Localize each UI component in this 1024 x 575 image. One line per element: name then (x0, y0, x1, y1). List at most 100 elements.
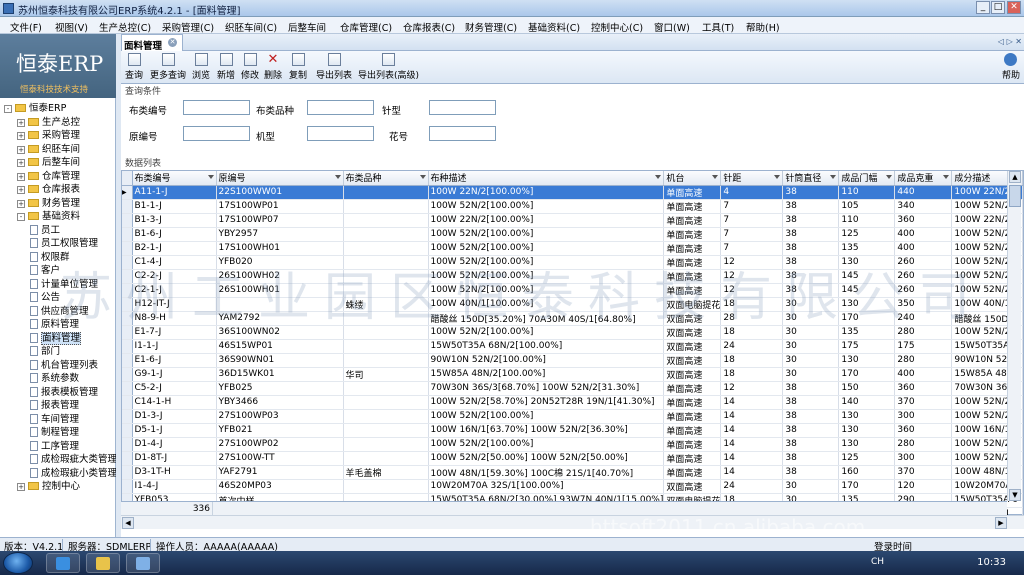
scroll-left-arrow-icon[interactable]: ◀ (122, 517, 134, 529)
menu-window[interactable]: 窗口(W) (654, 20, 690, 34)
table-cell[interactable]: 100W 22N/2[100.00%] (428, 185, 665, 200)
table-cell[interactable]: 双面高速 (663, 339, 722, 354)
table-cell[interactable]: 7 (720, 227, 784, 242)
table-cell[interactable]: 单面高速 (663, 409, 722, 424)
expand-icon[interactable]: + (17, 159, 25, 167)
table-cell[interactable]: 350 (894, 297, 953, 312)
original-code-input[interactable] (183, 126, 250, 141)
table-cell[interactable] (343, 353, 429, 368)
table-cell[interactable]: 105 (838, 199, 896, 214)
table-row[interactable]: C5-2-J YFB025 70W30N 36S/3[68.70%] 100W 52… (122, 381, 1023, 396)
vertical-scroll-thumb[interactable] (1009, 185, 1021, 207)
table-cell[interactable] (343, 451, 429, 466)
filter-dropdown-icon[interactable] (774, 175, 781, 179)
table-cell[interactable]: 24 (720, 479, 784, 494)
more-query-button[interactable]: 更多查询 (150, 53, 186, 81)
table-cell[interactable]: 14 (720, 437, 784, 452)
table-cell[interactable]: 7 (720, 213, 784, 228)
expand-icon[interactable]: + (17, 145, 25, 154)
table-cell[interactable]: 双面高速 (663, 311, 722, 326)
table-cell[interactable]: 单面高速 (663, 283, 722, 298)
row-header[interactable] (122, 479, 133, 494)
tree-item[interactable]: 机台管理列表 (30, 359, 98, 372)
table-cell[interactable]: YFB025 (216, 381, 344, 396)
table-row[interactable]: N8-9-H YAM2792 醋酸丝 150D[35.20%] 70A30M 40S… (122, 311, 1023, 326)
table-cell[interactable]: 14 (720, 423, 784, 438)
table-cell[interactable] (343, 311, 429, 326)
table-row[interactable]: I1-1-J 46S15WP01 15W50T35A 68N/2[100.00%] 双… (122, 339, 1023, 354)
table-cell[interactable] (343, 325, 429, 340)
table-cell[interactable] (343, 283, 429, 298)
table-cell[interactable]: B1-3-J (132, 213, 217, 228)
table-row[interactable]: B1-3-J 17S100WP07 100W 22N/2[100.00%] 单面高速 7… (122, 213, 1023, 228)
row-header[interactable] (122, 395, 133, 410)
new-button[interactable]: 新增 (217, 53, 235, 81)
table-cell[interactable]: 15W85A 48N/2[100.00%] (428, 367, 665, 382)
table-cell[interactable]: 130 (838, 353, 896, 368)
table-cell[interactable]: 30 (782, 297, 840, 312)
table-cell[interactable]: 175 (894, 339, 953, 354)
table-cell[interactable] (343, 381, 429, 396)
table-cell[interactable]: 100W 22N/2[100.00%] (428, 213, 665, 228)
table-row[interactable]: C1-4-J YFB020 100W 52N/2[100.00%] 单面高速 12 38 1… (122, 255, 1023, 270)
table-cell[interactable]: 370 (894, 465, 953, 480)
table-cell[interactable]: 100W 52N/2[100.00%] (428, 269, 665, 284)
row-header[interactable] (122, 213, 133, 228)
menu-control-center[interactable]: 控制中心(C) (591, 20, 643, 34)
maximize-button[interactable]: □ (991, 1, 1005, 14)
row-header[interactable] (122, 381, 133, 396)
table-cell[interactable]: 100W 52N/2[100.00%] (428, 199, 665, 214)
table-cell[interactable]: 单面高速 (663, 199, 722, 214)
table-row[interactable]: H12-IT-J 蛛缕 100W 40N/1[100.00%] 双面电脑提花 18 30 1… (122, 297, 1023, 312)
table-cell[interactable]: 38 (782, 381, 840, 396)
table-cell[interactable]: 单面高速 (663, 213, 722, 228)
table-cell[interactable]: 单面高速 (663, 241, 722, 256)
table-cell[interactable]: 130 (838, 255, 896, 270)
table-cell[interactable]: 38 (782, 199, 840, 214)
row-header[interactable] (122, 339, 133, 354)
table-cell[interactable]: 46S20MP03 (216, 479, 344, 494)
expand-icon[interactable]: + (17, 172, 25, 181)
tree-item[interactable]: 员工 (30, 224, 60, 237)
table-cell[interactable]: 400 (894, 241, 953, 256)
table-cell[interactable]: E1-7-J (132, 325, 217, 340)
row-header[interactable] (122, 311, 133, 326)
table-cell[interactable]: 130 (838, 423, 896, 438)
table-cell[interactable]: 18 (720, 367, 784, 382)
column-header[interactable]: 布类编号 (132, 171, 217, 186)
table-cell[interactable]: YBY2957 (216, 227, 344, 242)
table-cell[interactable] (343, 479, 429, 494)
table-cell[interactable] (343, 269, 429, 284)
table-cell[interactable] (343, 241, 429, 256)
clock[interactable]: 10:33 (977, 557, 1006, 568)
tree-item[interactable]: 权限群 (30, 251, 70, 264)
tree-item[interactable]: - 基础资料 (17, 210, 80, 223)
table-cell[interactable]: 单面高速 (663, 451, 722, 466)
expand-icon[interactable]: + (17, 483, 25, 491)
table-cell[interactable]: 370 (894, 395, 953, 410)
column-header[interactable]: 布类品种 (343, 171, 429, 186)
column-header[interactable]: 针筒直径 (782, 171, 840, 186)
table-cell[interactable]: 160 (838, 465, 896, 480)
table-cell[interactable]: 38 (782, 269, 840, 284)
table-cell[interactable]: 135 (838, 241, 896, 256)
tree-item[interactable]: 成检瑕疵小类管理 (30, 467, 117, 480)
column-header[interactable]: 针距 (720, 171, 784, 186)
table-cell[interactable]: 17S100WP07 (216, 213, 344, 228)
table-cell[interactable]: 12 (720, 255, 784, 270)
table-cell[interactable]: 7 (720, 199, 784, 214)
table-cell[interactable]: 280 (894, 353, 953, 368)
table-cell[interactable]: 30 (782, 339, 840, 354)
table-cell[interactable] (343, 199, 429, 214)
scroll-right-arrow-icon[interactable]: ▶ (995, 517, 1007, 529)
table-cell[interactable]: 100W 48N/1[59.30%] 100C棉 21S/1[40.70%] (428, 465, 665, 480)
menu-basic-data[interactable]: 基础资料(C) (528, 20, 580, 34)
table-cell[interactable]: 30 (782, 311, 840, 326)
row-header[interactable] (122, 269, 133, 284)
menu-purchase[interactable]: 采购管理(C) (162, 20, 214, 34)
table-cell[interactable]: 27S100WP03 (216, 409, 344, 424)
table-cell[interactable]: 300 (894, 451, 953, 466)
table-cell[interactable]: YFB020 (216, 255, 344, 270)
table-cell[interactable]: H12-IT-J (132, 297, 217, 312)
menu-finishing[interactable]: 后整车间 (288, 20, 326, 34)
